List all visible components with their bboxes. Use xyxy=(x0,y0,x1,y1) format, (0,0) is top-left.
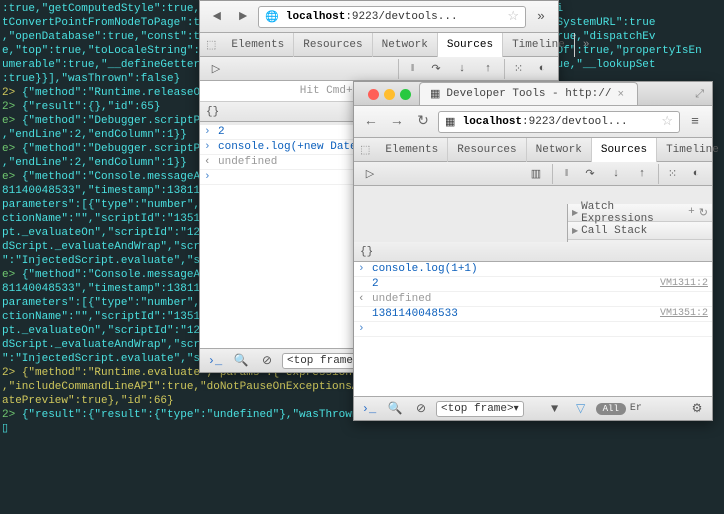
tab-sources[interactable]: Sources xyxy=(592,138,657,162)
console-line: ›console.log(1+1) xyxy=(354,262,712,277)
close-window-icon[interactable] xyxy=(368,89,379,100)
pause-exceptions-button[interactable]: ◐ xyxy=(530,59,554,79)
devtools-tabs: ⬚ Elements Resources Network Sources Tim… xyxy=(354,138,712,162)
page-icon: ▦ xyxy=(445,115,455,129)
console-toggle-icon[interactable]: ›_ xyxy=(204,351,226,371)
url-path: :9223/devtools... xyxy=(345,11,457,23)
pause-button[interactable]: ‖ xyxy=(398,59,422,79)
settings-icon[interactable]: ⚙ xyxy=(686,399,708,419)
tab-sources[interactable]: Sources xyxy=(438,33,503,57)
debugger-sidebar: ▶ Watch Expressions + ↻ ▶ Call Stack xyxy=(567,204,712,242)
inspector-icon[interactable]: ⬚ xyxy=(354,143,376,157)
disclosure-triangle-icon: ▶ xyxy=(572,208,578,218)
devtools-window-2: ▦ Developer Tools - http:// × ⤢ ← → ↻ ▦ … xyxy=(353,81,713,421)
traffic-lights[interactable] xyxy=(360,84,419,105)
star-icon[interactable]: ☆ xyxy=(661,114,673,129)
menu-button[interactable]: ≡ xyxy=(684,111,706,133)
maximize-window-icon[interactable] xyxy=(400,89,411,100)
devtools-tabs: ⬚ Elements Resources Network Sources Tim… xyxy=(200,33,558,57)
tab-timeline[interactable]: Timeline xyxy=(503,33,575,57)
filter-all[interactable]: All xyxy=(596,403,626,415)
watch-expressions-section[interactable]: ▶ Watch Expressions + ↻ xyxy=(568,204,712,222)
step-into-button[interactable]: ↓ xyxy=(604,164,628,184)
debugger-toolbar: ▷ ▥ ‖ ↷ ↓ ↑ ⁙ ◐ xyxy=(354,162,712,186)
disclosure-triangle-icon: ▶ xyxy=(572,226,578,236)
tab-resources[interactable]: Resources xyxy=(294,33,372,57)
browser-toolbar: ← → ↻ ▦ localhost :9223/devtool... ☆ ≡ xyxy=(354,106,712,138)
back-button[interactable]: ◄ xyxy=(206,6,228,28)
console-line: › xyxy=(354,322,712,337)
step-out-button[interactable]: ↑ xyxy=(630,164,654,184)
back-button[interactable]: ← xyxy=(360,111,382,133)
tab-timeline[interactable]: Timeline xyxy=(657,138,724,162)
step-out-button[interactable]: ↑ xyxy=(476,59,500,79)
console-toggle-icon[interactable]: ›_ xyxy=(358,399,380,419)
bottom-toolbar: ›_ 🔍 ⊘ <top frame> ▾ ▼ ▽ All Er ⚙ xyxy=(354,396,712,420)
tab-favicon: ▦ xyxy=(430,87,440,101)
star-icon[interactable]: ☆ xyxy=(507,9,519,24)
address-bar[interactable]: ▦ localhost :9223/devtool... ☆ xyxy=(438,111,680,133)
url-host: localhost xyxy=(463,116,522,128)
clear-icon[interactable]: ⊘ xyxy=(410,399,432,419)
pause-button[interactable]: ‖ xyxy=(552,164,576,184)
pause-exceptions-button[interactable]: ◐ xyxy=(684,164,708,184)
overflow-menu[interactable]: » xyxy=(530,6,552,28)
resume-button[interactable]: ▷ xyxy=(358,164,382,184)
tab-elements[interactable]: Elements xyxy=(222,33,294,57)
filter-errors[interactable]: Er xyxy=(630,403,642,414)
console-line: ‹undefined xyxy=(354,292,712,307)
minimize-window-icon[interactable] xyxy=(384,89,395,100)
deactivate-breakpoints-button[interactable]: ⁙ xyxy=(658,164,682,184)
tabs-overflow[interactable]: » xyxy=(575,39,598,51)
debugger-toolbar: ▷ ‖ ↷ ↓ ↑ ⁙ ◐ xyxy=(200,57,558,81)
add-icon[interactable]: + xyxy=(688,206,695,220)
close-tab-icon[interactable]: × xyxy=(617,89,627,99)
search-icon[interactable]: 🔍 xyxy=(384,399,406,419)
step-over-button[interactable]: ↷ xyxy=(578,164,602,184)
globe-icon: 🌐 xyxy=(265,10,279,24)
url-host: localhost xyxy=(286,11,345,23)
fullscreen-icon[interactable]: ⤢ xyxy=(687,85,712,105)
console-line: 2VM1311:2 xyxy=(354,277,712,292)
tab-title: Developer Tools - http:// xyxy=(446,88,611,100)
section-label: Watch Expressions xyxy=(581,201,688,225)
film-icon[interactable]: ▥ xyxy=(524,164,548,184)
inspector-icon[interactable]: ⬚ xyxy=(200,38,222,52)
browser-tab-strip: ▦ Developer Tools - http:// × ⤢ xyxy=(354,82,712,106)
frame-selector[interactable]: <top frame> ▾ xyxy=(436,401,524,417)
section-label: Call Stack xyxy=(581,225,647,237)
resume-button[interactable]: ▷ xyxy=(204,59,228,79)
url-path: :9223/devtool... xyxy=(522,116,628,128)
tab-resources[interactable]: Resources xyxy=(448,138,526,162)
reload-button[interactable]: ↻ xyxy=(412,111,434,133)
filter-icon[interactable]: ▽ xyxy=(570,399,592,419)
console-area[interactable]: ›console.log(1+1) 2VM1311:2‹undefined 13… xyxy=(354,262,712,396)
browser-tab[interactable]: ▦ Developer Tools - http:// × xyxy=(419,82,638,105)
browser-toolbar: ◄ ► 🌐 localhost :9223/devtools... ☆ » xyxy=(200,1,558,33)
tab-elements[interactable]: Elements xyxy=(376,138,448,162)
tab-network[interactable]: Network xyxy=(527,138,592,162)
forward-button[interactable]: → xyxy=(386,111,408,133)
address-bar[interactable]: 🌐 localhost :9223/devtools... ☆ xyxy=(258,6,526,28)
clear-icon[interactable]: ⊘ xyxy=(256,351,278,371)
step-over-button[interactable]: ↷ xyxy=(424,59,448,79)
forward-button[interactable]: ► xyxy=(232,6,254,28)
search-icon[interactable]: 🔍 xyxy=(230,351,252,371)
call-stack-section[interactable]: ▶ Call Stack xyxy=(568,222,712,240)
tab-network[interactable]: Network xyxy=(373,33,438,57)
console-line: 1381140048533VM1351:2 xyxy=(354,307,712,322)
dropdown-icon[interactable]: ▼ xyxy=(544,399,566,419)
refresh-icon[interactable]: ↻ xyxy=(699,206,708,220)
step-into-button[interactable]: ↓ xyxy=(450,59,474,79)
deactivate-breakpoints-button[interactable]: ⁙ xyxy=(504,59,528,79)
breadcrumb-bar: {} xyxy=(354,242,712,262)
